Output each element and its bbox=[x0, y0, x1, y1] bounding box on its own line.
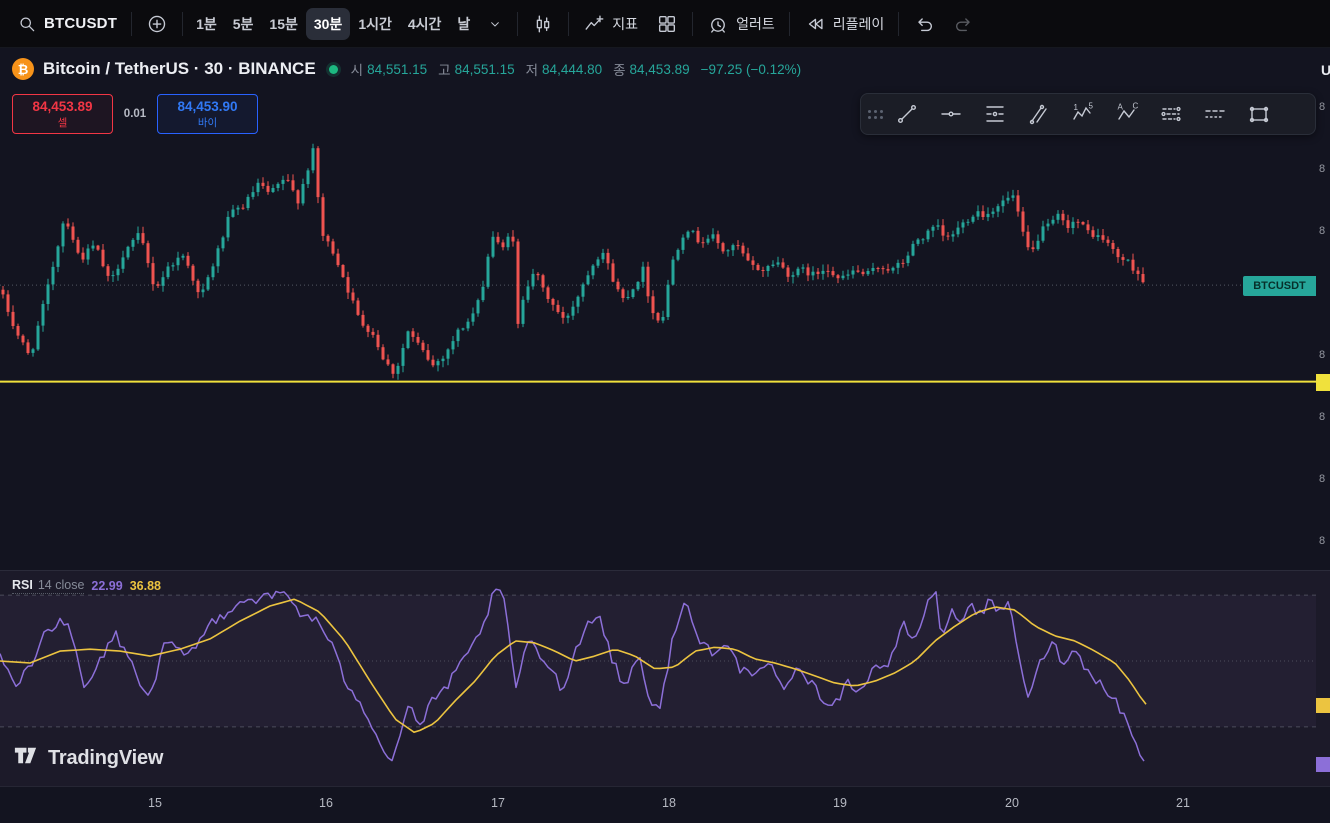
timeframe-1m[interactable]: 1분 bbox=[188, 8, 225, 40]
tradingview-watermark: TradingView bbox=[12, 742, 163, 774]
spread-value: 0.01 bbox=[113, 108, 157, 120]
indicators-label: 지표 bbox=[612, 14, 638, 34]
price-tick-label: 8 bbox=[1319, 535, 1325, 547]
rsi-chart bbox=[0, 571, 1330, 787]
candlestick-icon bbox=[532, 13, 554, 35]
time-axis-label: 19 bbox=[833, 796, 847, 810]
trend-line-icon[interactable] bbox=[885, 97, 929, 131]
timeframe-1d[interactable]: 날 bbox=[449, 8, 478, 40]
bitcoin-icon: ₿ bbox=[12, 58, 34, 80]
rsi-value: 22.99 bbox=[91, 579, 122, 593]
layout-grid-button[interactable] bbox=[647, 7, 687, 41]
alert-button[interactable]: 얼러트 bbox=[698, 7, 784, 41]
chart-legend: ₿ Bitcoin / TetherUS · 30 · BINANCE 시84,… bbox=[12, 58, 801, 80]
rsi-title: RSI bbox=[12, 578, 33, 592]
svg-text:1: 1 bbox=[1074, 103, 1079, 112]
add-symbol-button[interactable] bbox=[137, 7, 177, 41]
indicators-button[interactable]: 지표 bbox=[574, 7, 647, 41]
timeframe-15m[interactable]: 15분 bbox=[261, 8, 305, 40]
search-icon bbox=[17, 14, 37, 34]
price-tick-label: 8 bbox=[1319, 225, 1325, 237]
chart-type-button[interactable] bbox=[523, 7, 563, 41]
rsi-pane[interactable] bbox=[0, 570, 1330, 786]
fib-retracement-icon[interactable] bbox=[973, 97, 1017, 131]
price-scale-symbol-label: BTCUSDT bbox=[1243, 276, 1316, 296]
rsi-params: 14 close bbox=[38, 578, 85, 592]
market-status-dot[interactable] bbox=[329, 65, 338, 74]
toolbar-separator bbox=[131, 12, 132, 36]
close-value: 84,453.89 bbox=[630, 62, 690, 77]
time-axis-label: 17 bbox=[491, 796, 505, 810]
timeframe-4h[interactable]: 4시간 bbox=[400, 8, 450, 40]
drag-handle[interactable] bbox=[865, 110, 885, 119]
top-toolbar: BTCUSDT 1분 5분 15분 30분 1시간 4시간 날 bbox=[0, 0, 1330, 48]
elliott-wave-icon[interactable]: 15 bbox=[1061, 97, 1105, 131]
layout-grid-icon bbox=[656, 13, 678, 35]
toolbar-separator bbox=[789, 12, 790, 36]
time-axis-label: 15 bbox=[148, 796, 162, 810]
indicators-icon bbox=[583, 13, 605, 35]
chevron-down-icon bbox=[487, 16, 503, 32]
svg-text:5: 5 bbox=[1089, 102, 1094, 111]
plus-circle-icon bbox=[146, 13, 168, 35]
redo-button[interactable] bbox=[944, 7, 984, 41]
toolbar-separator bbox=[692, 12, 693, 36]
time-axis-label: 20 bbox=[1005, 796, 1019, 810]
rsi-ma-value-chip bbox=[1316, 698, 1330, 713]
alert-clock-icon bbox=[707, 13, 729, 35]
abcd-pattern-icon[interactable]: AC bbox=[1105, 97, 1149, 131]
price-tick-label: 8 bbox=[1319, 163, 1325, 175]
tradingview-window: BTCUSDT 1분 5분 15분 30분 1시간 4시간 날 bbox=[0, 0, 1330, 823]
alert-label: 얼러트 bbox=[736, 14, 775, 34]
svg-text:A: A bbox=[1118, 103, 1124, 112]
toolbar-separator bbox=[898, 12, 899, 36]
price-tick-label: 8 bbox=[1319, 473, 1325, 485]
toolbar-separator bbox=[182, 12, 183, 36]
undo-icon bbox=[913, 13, 935, 35]
symbol-title[interactable]: Bitcoin / TetherUS · 30 · BINANCE bbox=[43, 59, 316, 79]
svg-text:C: C bbox=[1133, 102, 1139, 111]
time-axis-label: 16 bbox=[319, 796, 333, 810]
low-value: 84,444.80 bbox=[542, 62, 602, 77]
horizontal-line-icon[interactable] bbox=[929, 97, 973, 131]
watermark-text: TradingView bbox=[48, 747, 163, 770]
rectangle-icon[interactable] bbox=[1237, 97, 1281, 131]
parallel-channel-icon[interactable] bbox=[1017, 97, 1061, 131]
tradingview-logo-icon bbox=[12, 742, 39, 774]
buy-button[interactable]: 84,453.90 바이 bbox=[157, 94, 258, 134]
rsi-ma-value: 36.88 bbox=[130, 579, 161, 593]
replay-label: 리플레이 bbox=[833, 14, 885, 34]
toolbar-separator bbox=[517, 12, 518, 36]
symbol-search-button[interactable]: BTCUSDT bbox=[8, 8, 126, 40]
redo-icon bbox=[953, 13, 975, 35]
price-tick-label: 8 bbox=[1319, 349, 1325, 361]
timeframe-1h[interactable]: 1시간 bbox=[350, 8, 400, 40]
ohlc-row: 시84,551.15 고84,551.15 저84,444.80 종84,453… bbox=[351, 59, 802, 79]
toolbar-separator bbox=[568, 12, 569, 36]
change-value: −97.25 (−0.12%) bbox=[701, 62, 802, 77]
replay-icon bbox=[804, 13, 826, 35]
open-value: 84,551.15 bbox=[367, 62, 427, 77]
time-axis[interactable]: 15 16 17 18 19 20 21 bbox=[0, 786, 1330, 823]
high-value: 84,551.15 bbox=[455, 62, 515, 77]
account-badge[interactable]: U bbox=[1321, 62, 1330, 78]
price-tick-label: 8 bbox=[1319, 101, 1325, 113]
timeframe-dropdown-button[interactable] bbox=[478, 10, 512, 38]
forecast-lines-icon[interactable] bbox=[1149, 97, 1193, 131]
rsi-legend[interactable]: RSI 14 close 22.99 36.88 bbox=[12, 578, 161, 594]
drawing-toolbar: 15 AC bbox=[860, 93, 1316, 135]
price-tick-label: 8 bbox=[1319, 411, 1325, 423]
rsi-value-chip bbox=[1316, 757, 1330, 772]
replay-button[interactable]: 리플레이 bbox=[795, 7, 894, 41]
timeframe-5m[interactable]: 5분 bbox=[225, 8, 262, 40]
time-axis-label: 18 bbox=[662, 796, 676, 810]
dashed-line-icon[interactable] bbox=[1193, 97, 1237, 131]
time-axis-label: 21 bbox=[1176, 796, 1190, 810]
symbol-name: BTCUSDT bbox=[44, 15, 117, 32]
timeframe-30m-selected[interactable]: 30분 bbox=[306, 8, 350, 40]
horizontal-line-price-chip bbox=[1316, 374, 1330, 391]
undo-button[interactable] bbox=[904, 7, 944, 41]
sell-button[interactable]: 84,453.89 셀 bbox=[12, 94, 113, 134]
trade-panel: 84,453.89 셀 0.01 84,453.90 바이 bbox=[12, 94, 258, 134]
